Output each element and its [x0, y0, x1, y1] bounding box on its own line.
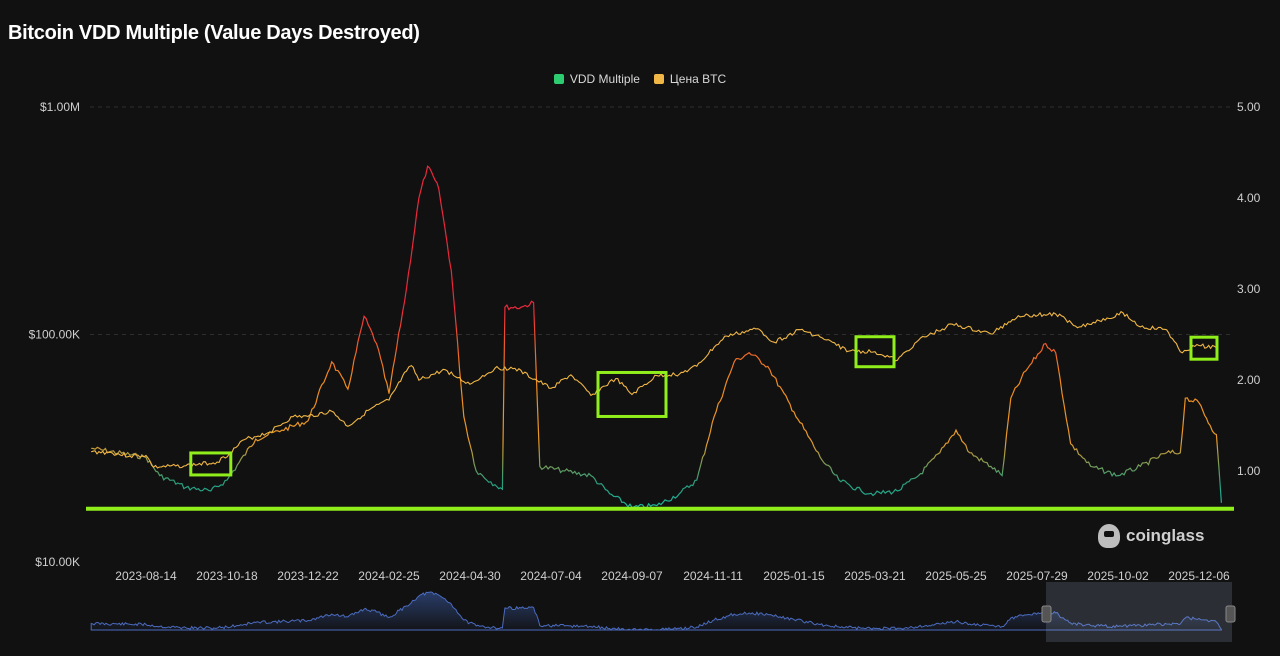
highlight-box: [1189, 335, 1219, 361]
x-tick-label: 2023-12-22: [277, 569, 339, 583]
x-tick-label: 2025-07-29: [1006, 569, 1068, 583]
x-tick-label: 2025-01-15: [763, 569, 825, 583]
x-tick-label: 2024-09-07: [601, 569, 663, 583]
x-tick-label: 2025-03-21: [844, 569, 906, 583]
x-tick-label: 2024-07-04: [520, 569, 582, 583]
y-right-tick-label: 3.00: [1237, 282, 1261, 296]
watermark-text: coinglass: [1126, 526, 1205, 545]
x-tick-label: 2023-08-14: [115, 569, 177, 583]
coinglass-logo-icon: [1098, 524, 1120, 548]
chart-svg: $1.00M $100.00K $10.00K 5.00 4.00 3.00 2.00 1.…: [29, 100, 1261, 642]
x-tick-label: 2023-10-18: [196, 569, 258, 583]
y-right-tick-label: 2.00: [1237, 373, 1261, 387]
btc-price-line: [91, 310, 1217, 469]
y-left-tick-label: $1.00M: [40, 100, 80, 114]
coinglass-watermark: coinglass: [1098, 524, 1204, 548]
x-tick-label: 2024-11-11: [683, 569, 743, 583]
navigator-selection: [1046, 582, 1232, 642]
navigator-handle-right: [1225, 605, 1236, 623]
x-tick-label: 2024-02-25: [358, 569, 420, 583]
y-right-tick-label: 4.00: [1237, 191, 1261, 205]
navigator-handle-left: [1041, 605, 1052, 623]
x-tick-label: 2024-04-30: [439, 569, 501, 583]
vdd-multiple-line: [91, 165, 1222, 509]
x-tick-label: 2025-10-02: [1087, 569, 1149, 583]
x-tick-label: 2025-12-06: [1168, 569, 1230, 583]
x-tick-label: 2025-05-25: [925, 569, 987, 583]
y-right-tick-label: 1.00: [1237, 464, 1261, 478]
y-left-tick-label: $100.00K: [29, 328, 80, 342]
y-left-tick-label: $10.00K: [35, 555, 80, 569]
y-right-tick-label: 5.00: [1237, 100, 1261, 114]
